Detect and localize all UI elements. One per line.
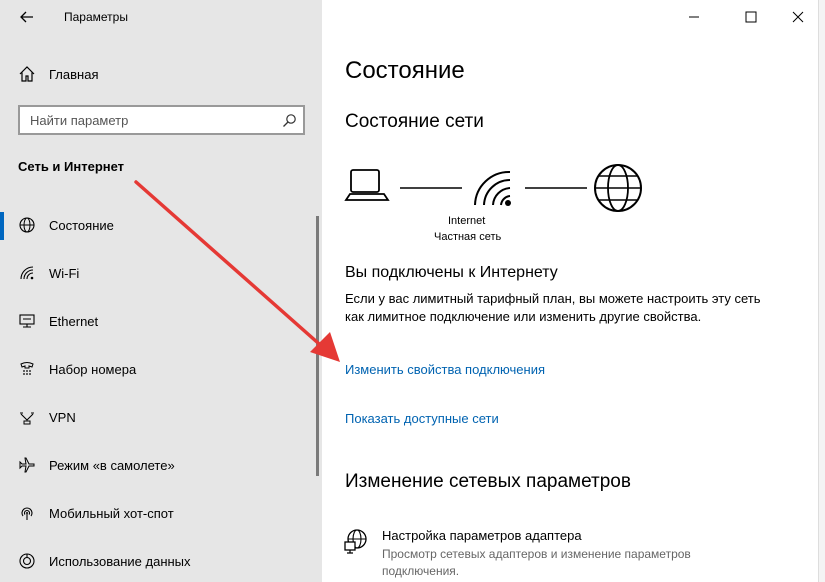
sidebar-item-ethernet[interactable]: Ethernet bbox=[0, 298, 322, 346]
close-button[interactable] bbox=[787, 6, 809, 28]
vpn-icon bbox=[20, 412, 34, 425]
sidebar-item-label: Главная bbox=[49, 67, 99, 82]
section-label: Сеть и Интернет bbox=[18, 159, 125, 174]
hotspot-icon bbox=[21, 507, 33, 520]
adapter-settings-title[interactable]: Настройка параметров адаптера bbox=[382, 528, 582, 543]
adapter-settings-description: Просмотр сетевых адаптеров и изменение п… bbox=[382, 547, 691, 578]
sidebar-item-data-usage[interactable]: Использование данных bbox=[0, 538, 322, 582]
sidebar-item-label: Wi-Fi bbox=[49, 266, 80, 281]
sidebar-item-label: Набор номера bbox=[49, 362, 137, 377]
close-icon bbox=[792, 11, 804, 23]
maximize-icon bbox=[745, 11, 757, 23]
home-icon bbox=[19, 66, 35, 82]
laptop-icon bbox=[344, 169, 390, 201]
wifi-icon bbox=[20, 266, 34, 280]
adapter-settings-icon[interactable] bbox=[344, 528, 368, 554]
data-usage-icon bbox=[19, 553, 35, 569]
minimize-button[interactable] bbox=[683, 6, 705, 28]
globe-icon bbox=[19, 217, 35, 233]
sidebar-item-dialup[interactable]: Набор номера bbox=[0, 346, 322, 394]
network-status-title: Состояние сети bbox=[345, 111, 484, 132]
main-content: Состояние Состояние сети Internet Частна… bbox=[322, 0, 825, 582]
sidebar-item-home[interactable]: Главная bbox=[0, 60, 322, 90]
sidebar-item-label: VPN bbox=[49, 410, 76, 425]
network-type: Частная сеть bbox=[434, 231, 502, 243]
maximize-button[interactable] bbox=[740, 6, 762, 28]
sidebar-item-label: Состояние bbox=[49, 218, 114, 233]
dialup-icon bbox=[20, 362, 34, 375]
sidebar-item-airplane[interactable]: Режим «в самолете» bbox=[0, 442, 322, 490]
app-title: Параметры bbox=[64, 10, 128, 24]
sidebar-item-vpn[interactable]: VPN bbox=[0, 394, 322, 442]
sidebar-item-status[interactable]: Состояние bbox=[0, 202, 322, 250]
search-icon[interactable] bbox=[282, 113, 297, 128]
minimize-icon bbox=[689, 16, 699, 18]
page-title: Состояние bbox=[345, 57, 465, 84]
search-box[interactable] bbox=[18, 105, 305, 135]
network-name: Internet bbox=[448, 215, 486, 227]
connected-description: Если у вас лимитный тарифный план, вы мо… bbox=[345, 291, 761, 324]
sidebar-nav: Состояние Wi-Fi Ethernet Набор номера VP… bbox=[0, 202, 322, 582]
sidebar: Параметры Главная Сеть и Интернет Состоя… bbox=[0, 0, 322, 582]
show-available-networks-link[interactable]: Показать доступные сети bbox=[345, 411, 499, 426]
back-arrow-icon bbox=[20, 11, 33, 23]
airplane-icon bbox=[19, 457, 35, 473]
sidebar-item-label: Ethernet bbox=[49, 314, 99, 329]
wifi-signal-icon bbox=[474, 170, 511, 206]
search-input[interactable] bbox=[20, 107, 275, 133]
sidebar-item-label: Использование данных bbox=[49, 554, 191, 569]
sidebar-item-label: Мобильный хот-спот bbox=[49, 506, 174, 521]
connected-title: Вы подключены к Интернету bbox=[345, 264, 558, 281]
back-button[interactable] bbox=[16, 6, 38, 28]
change-settings-title: Изменение сетевых параметров bbox=[345, 471, 631, 492]
internet-globe-icon bbox=[594, 164, 642, 212]
sidebar-item-wifi[interactable]: Wi-Fi bbox=[0, 250, 322, 298]
active-indicator bbox=[0, 212, 4, 240]
sidebar-item-hotspot[interactable]: Мобильный хот-спот bbox=[0, 490, 322, 538]
window-edge bbox=[818, 0, 825, 582]
ethernet-icon bbox=[19, 314, 35, 328]
change-connection-properties-link[interactable]: Изменить свойства подключения bbox=[345, 362, 545, 377]
sidebar-item-label: Режим «в самолете» bbox=[49, 458, 175, 473]
sidebar-scrollbar[interactable] bbox=[316, 216, 319, 476]
